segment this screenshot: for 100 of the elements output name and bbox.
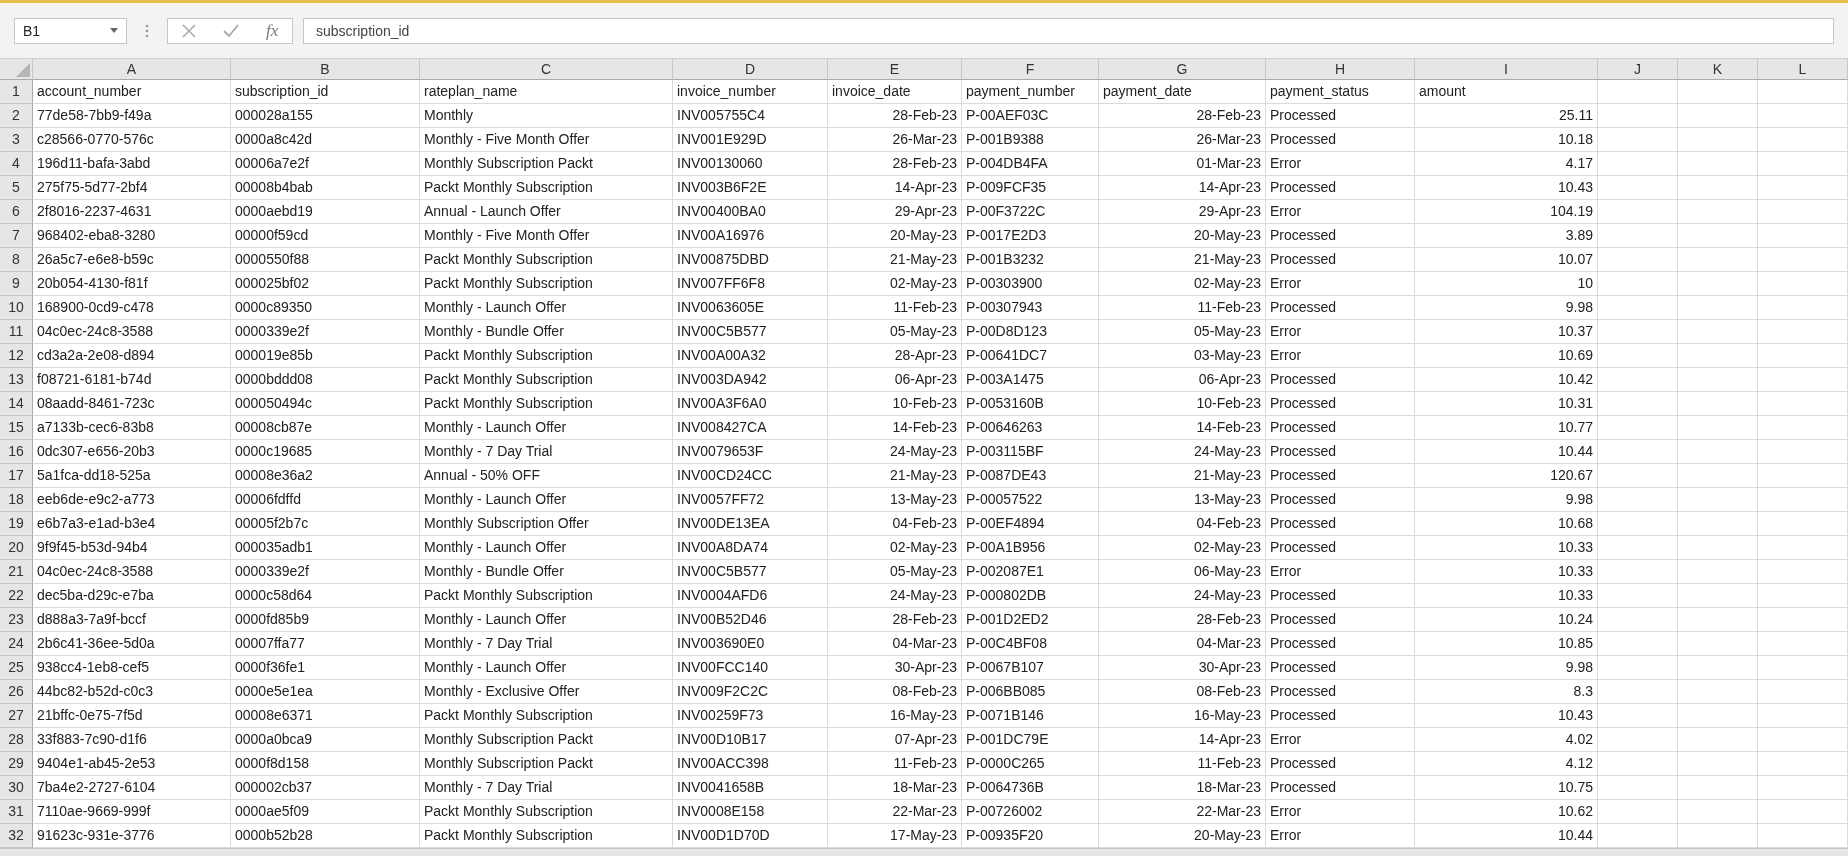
empty-cell[interactable] bbox=[1598, 728, 1678, 752]
row-number[interactable]: 25 bbox=[0, 656, 33, 680]
empty-cell[interactable] bbox=[1598, 104, 1678, 128]
empty-cell[interactable] bbox=[1598, 344, 1678, 368]
checkmark-icon[interactable] bbox=[222, 23, 239, 38]
row-number[interactable]: 18 bbox=[0, 488, 33, 512]
empty-cell[interactable] bbox=[1678, 152, 1758, 176]
empty-cell[interactable] bbox=[1758, 344, 1848, 368]
empty-cell[interactable] bbox=[1758, 392, 1848, 416]
column-header[interactable]: L bbox=[1758, 59, 1848, 80]
empty-cell[interactable] bbox=[1678, 128, 1758, 152]
column-header[interactable]: D bbox=[673, 59, 828, 80]
empty-cell[interactable] bbox=[1598, 464, 1678, 488]
row-number[interactable]: 32 bbox=[0, 824, 33, 848]
empty-cell[interactable] bbox=[1678, 200, 1758, 224]
row-number[interactable]: 26 bbox=[0, 680, 33, 704]
empty-cell[interactable] bbox=[1678, 632, 1758, 656]
empty-cell[interactable] bbox=[1598, 248, 1678, 272]
empty-cell[interactable] bbox=[1758, 800, 1848, 824]
row-number[interactable]: 30 bbox=[0, 776, 33, 800]
empty-cell[interactable] bbox=[1678, 320, 1758, 344]
empty-cell[interactable] bbox=[1758, 176, 1848, 200]
empty-cell[interactable] bbox=[1678, 704, 1758, 728]
empty-cell[interactable] bbox=[1758, 104, 1848, 128]
row-number[interactable]: 7 bbox=[0, 224, 33, 248]
empty-cell[interactable] bbox=[1758, 416, 1848, 440]
empty-cell[interactable] bbox=[1758, 272, 1848, 296]
empty-cell[interactable] bbox=[1758, 224, 1848, 248]
row-number[interactable]: 29 bbox=[0, 752, 33, 776]
empty-cell[interactable] bbox=[1678, 248, 1758, 272]
row-number[interactable]: 24 bbox=[0, 632, 33, 656]
column-header[interactable]: A bbox=[33, 59, 231, 80]
select-all-icon[interactable] bbox=[16, 63, 30, 77]
empty-cell[interactable] bbox=[1678, 296, 1758, 320]
empty-cell[interactable] bbox=[1678, 776, 1758, 800]
empty-cell[interactable] bbox=[1678, 728, 1758, 752]
empty-cell[interactable] bbox=[1758, 656, 1848, 680]
empty-cell[interactable] bbox=[1678, 80, 1758, 104]
row-number[interactable]: 15 bbox=[0, 416, 33, 440]
empty-cell[interactable] bbox=[1758, 752, 1848, 776]
row-number[interactable]: 13 bbox=[0, 368, 33, 392]
empty-cell[interactable] bbox=[1598, 704, 1678, 728]
column-header[interactable]: I bbox=[1415, 59, 1598, 80]
column-header[interactable]: B bbox=[231, 59, 420, 80]
row-number[interactable]: 28 bbox=[0, 728, 33, 752]
empty-cell[interactable] bbox=[1598, 200, 1678, 224]
empty-cell[interactable] bbox=[1758, 80, 1848, 104]
empty-cell[interactable] bbox=[1758, 296, 1848, 320]
row-number[interactable]: 8 bbox=[0, 248, 33, 272]
column-header[interactable]: J bbox=[1598, 59, 1678, 80]
empty-cell[interactable] bbox=[1598, 296, 1678, 320]
empty-cell[interactable] bbox=[1678, 512, 1758, 536]
empty-cell[interactable] bbox=[1598, 440, 1678, 464]
row-number[interactable]: 17 bbox=[0, 464, 33, 488]
empty-cell[interactable] bbox=[1758, 776, 1848, 800]
row-number[interactable]: 2 bbox=[0, 104, 33, 128]
empty-cell[interactable] bbox=[1598, 488, 1678, 512]
empty-cell[interactable] bbox=[1678, 224, 1758, 248]
empty-cell[interactable] bbox=[1678, 368, 1758, 392]
row-number[interactable]: 14 bbox=[0, 392, 33, 416]
empty-cell[interactable] bbox=[1758, 440, 1848, 464]
empty-cell[interactable] bbox=[1758, 704, 1848, 728]
empty-cell[interactable] bbox=[1758, 584, 1848, 608]
column-header[interactable]: E bbox=[828, 59, 962, 80]
row-number[interactable]: 23 bbox=[0, 608, 33, 632]
row-number[interactable]: 11 bbox=[0, 320, 33, 344]
empty-cell[interactable] bbox=[1678, 464, 1758, 488]
row-number[interactable]: 31 bbox=[0, 800, 33, 824]
column-header[interactable]: C bbox=[420, 59, 673, 80]
empty-cell[interactable] bbox=[1598, 152, 1678, 176]
empty-cell[interactable] bbox=[1758, 488, 1848, 512]
empty-cell[interactable] bbox=[1598, 224, 1678, 248]
empty-cell[interactable] bbox=[1678, 104, 1758, 128]
row-number[interactable]: 12 bbox=[0, 344, 33, 368]
column-header[interactable]: K bbox=[1678, 59, 1758, 80]
empty-cell[interactable] bbox=[1678, 752, 1758, 776]
empty-cell[interactable] bbox=[1678, 344, 1758, 368]
empty-cell[interactable] bbox=[1598, 584, 1678, 608]
row-number[interactable]: 9 bbox=[0, 272, 33, 296]
column-header[interactable]: G bbox=[1099, 59, 1266, 80]
empty-cell[interactable] bbox=[1598, 632, 1678, 656]
row-number[interactable]: 16 bbox=[0, 440, 33, 464]
empty-cell[interactable] bbox=[1598, 368, 1678, 392]
empty-cell[interactable] bbox=[1598, 776, 1678, 800]
empty-cell[interactable] bbox=[1598, 80, 1678, 104]
empty-cell[interactable] bbox=[1758, 512, 1848, 536]
empty-cell[interactable] bbox=[1678, 176, 1758, 200]
row-number[interactable]: 19 bbox=[0, 512, 33, 536]
empty-cell[interactable] bbox=[1598, 800, 1678, 824]
empty-cell[interactable] bbox=[1758, 560, 1848, 584]
row-number[interactable]: 1 bbox=[0, 80, 33, 104]
empty-cell[interactable] bbox=[1598, 608, 1678, 632]
empty-cell[interactable] bbox=[1678, 536, 1758, 560]
column-header[interactable]: F bbox=[962, 59, 1099, 80]
empty-cell[interactable] bbox=[1598, 656, 1678, 680]
empty-cell[interactable] bbox=[1678, 584, 1758, 608]
empty-cell[interactable] bbox=[1598, 536, 1678, 560]
empty-cell[interactable] bbox=[1678, 416, 1758, 440]
empty-cell[interactable] bbox=[1598, 752, 1678, 776]
empty-cell[interactable] bbox=[1758, 248, 1848, 272]
